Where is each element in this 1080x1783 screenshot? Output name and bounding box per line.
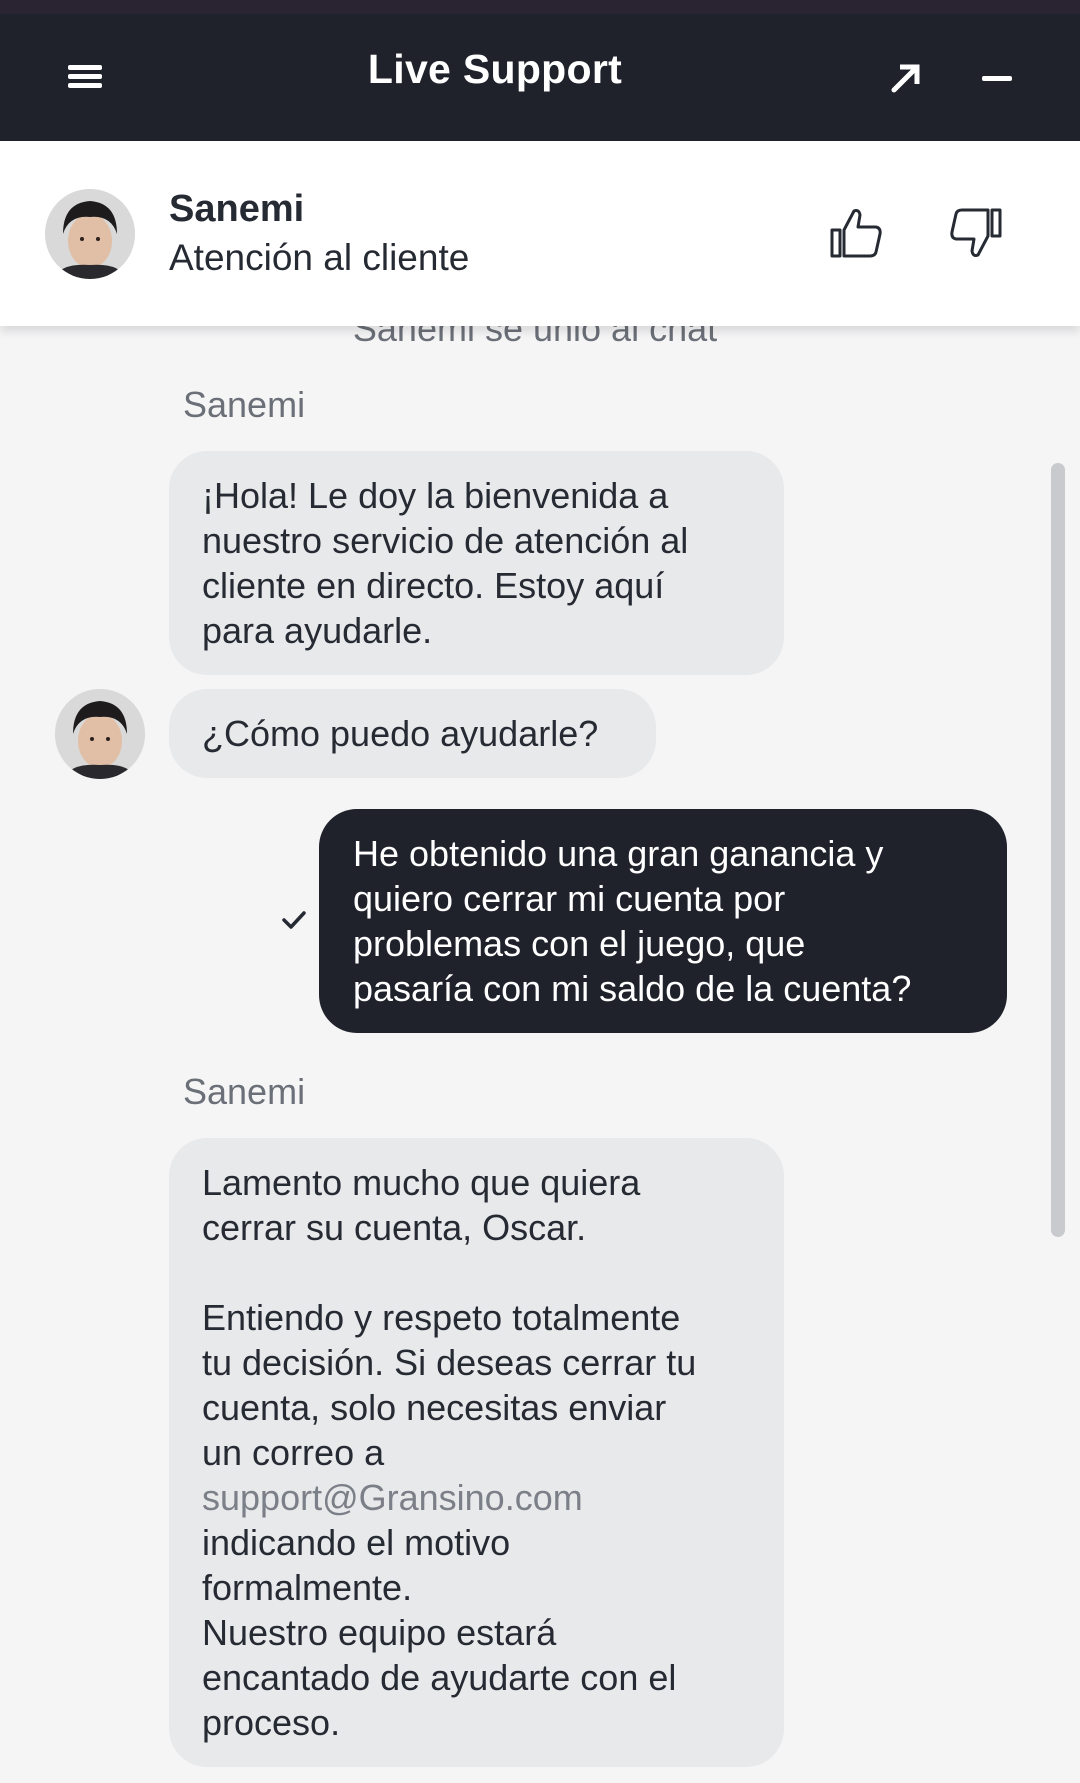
agent-role: Atención al cliente [169, 237, 470, 278]
message-line: cuenta, solo necesitas enviar [202, 1387, 667, 1428]
email-link[interactable]: support@Gransino.com [202, 1475, 752, 1520]
incoming-message: ¡Hola! Le doy la bienvenida a nuestro se… [169, 451, 784, 675]
agent-name: Sanemi [169, 188, 305, 230]
status-bar-strip [0, 0, 1080, 14]
message-line: cerrar su cuenta, Oscar. [202, 1207, 587, 1248]
message-line: tu decisión. Si deseas cerrar tu [202, 1342, 697, 1383]
message-sender: Sanemi [183, 1071, 306, 1112]
checkmark-icon [280, 908, 308, 932]
message-line: para ayudarle. [202, 610, 433, 651]
avatar [55, 689, 145, 779]
message-sender: Sanemi [183, 384, 306, 425]
top-bar: Live Support [0, 0, 1080, 141]
message-line: nuestro servicio de atención al [202, 520, 689, 561]
message-line: Lamento mucho que quiera [202, 1162, 641, 1203]
message-line: indicando el motivo [202, 1522, 511, 1563]
message-line: Nuestro equipo estará [202, 1612, 557, 1653]
message-line: quiero cerrar mi cuenta por [353, 878, 786, 919]
message-line: cliente en directo. Estoy aquí [202, 565, 665, 606]
message-line: pasaría con mi saldo de la cuenta? [353, 968, 912, 1009]
thumbs-down-icon[interactable] [946, 203, 1006, 263]
chat-transcript: Sanemi se unió al chat Sanemi ¡Hola! Le … [0, 300, 1080, 1783]
outgoing-message: He obtenido una gran ganancia y quiero c… [319, 809, 1007, 1033]
message-line: formalmente. [202, 1567, 413, 1608]
arrow-up-right-icon[interactable] [886, 58, 926, 98]
message-line: proceso. [202, 1702, 341, 1743]
avatar [45, 189, 135, 279]
incoming-message: ¿Cómo puedo ayudarle? [169, 689, 656, 778]
minus-icon[interactable] [974, 58, 1014, 98]
message-line: encantado de ayudarte con el [202, 1657, 677, 1698]
incoming-message: Lamento mucho que quiera cerrar su cuent… [169, 1138, 784, 1767]
window-title: Live Support [367, 46, 623, 92]
thumbs-up-icon[interactable] [826, 203, 886, 263]
message-line: He obtenido una gran ganancia y [353, 833, 884, 874]
agent-header: Sanemi Atención al cliente [0, 141, 1080, 326]
message-line: un correo a [202, 1432, 385, 1473]
message-line: Entiendo y respeto totalmente [202, 1297, 681, 1338]
message-line: problemas con el juego, que [353, 923, 806, 964]
message-line: ¿Cómo puedo ayudarle? [202, 713, 599, 754]
message-line: ¡Hola! Le doy la bienvenida a [202, 475, 669, 516]
message-spacer [202, 1250, 752, 1295]
chat-scrollbar[interactable] [1051, 463, 1065, 1237]
